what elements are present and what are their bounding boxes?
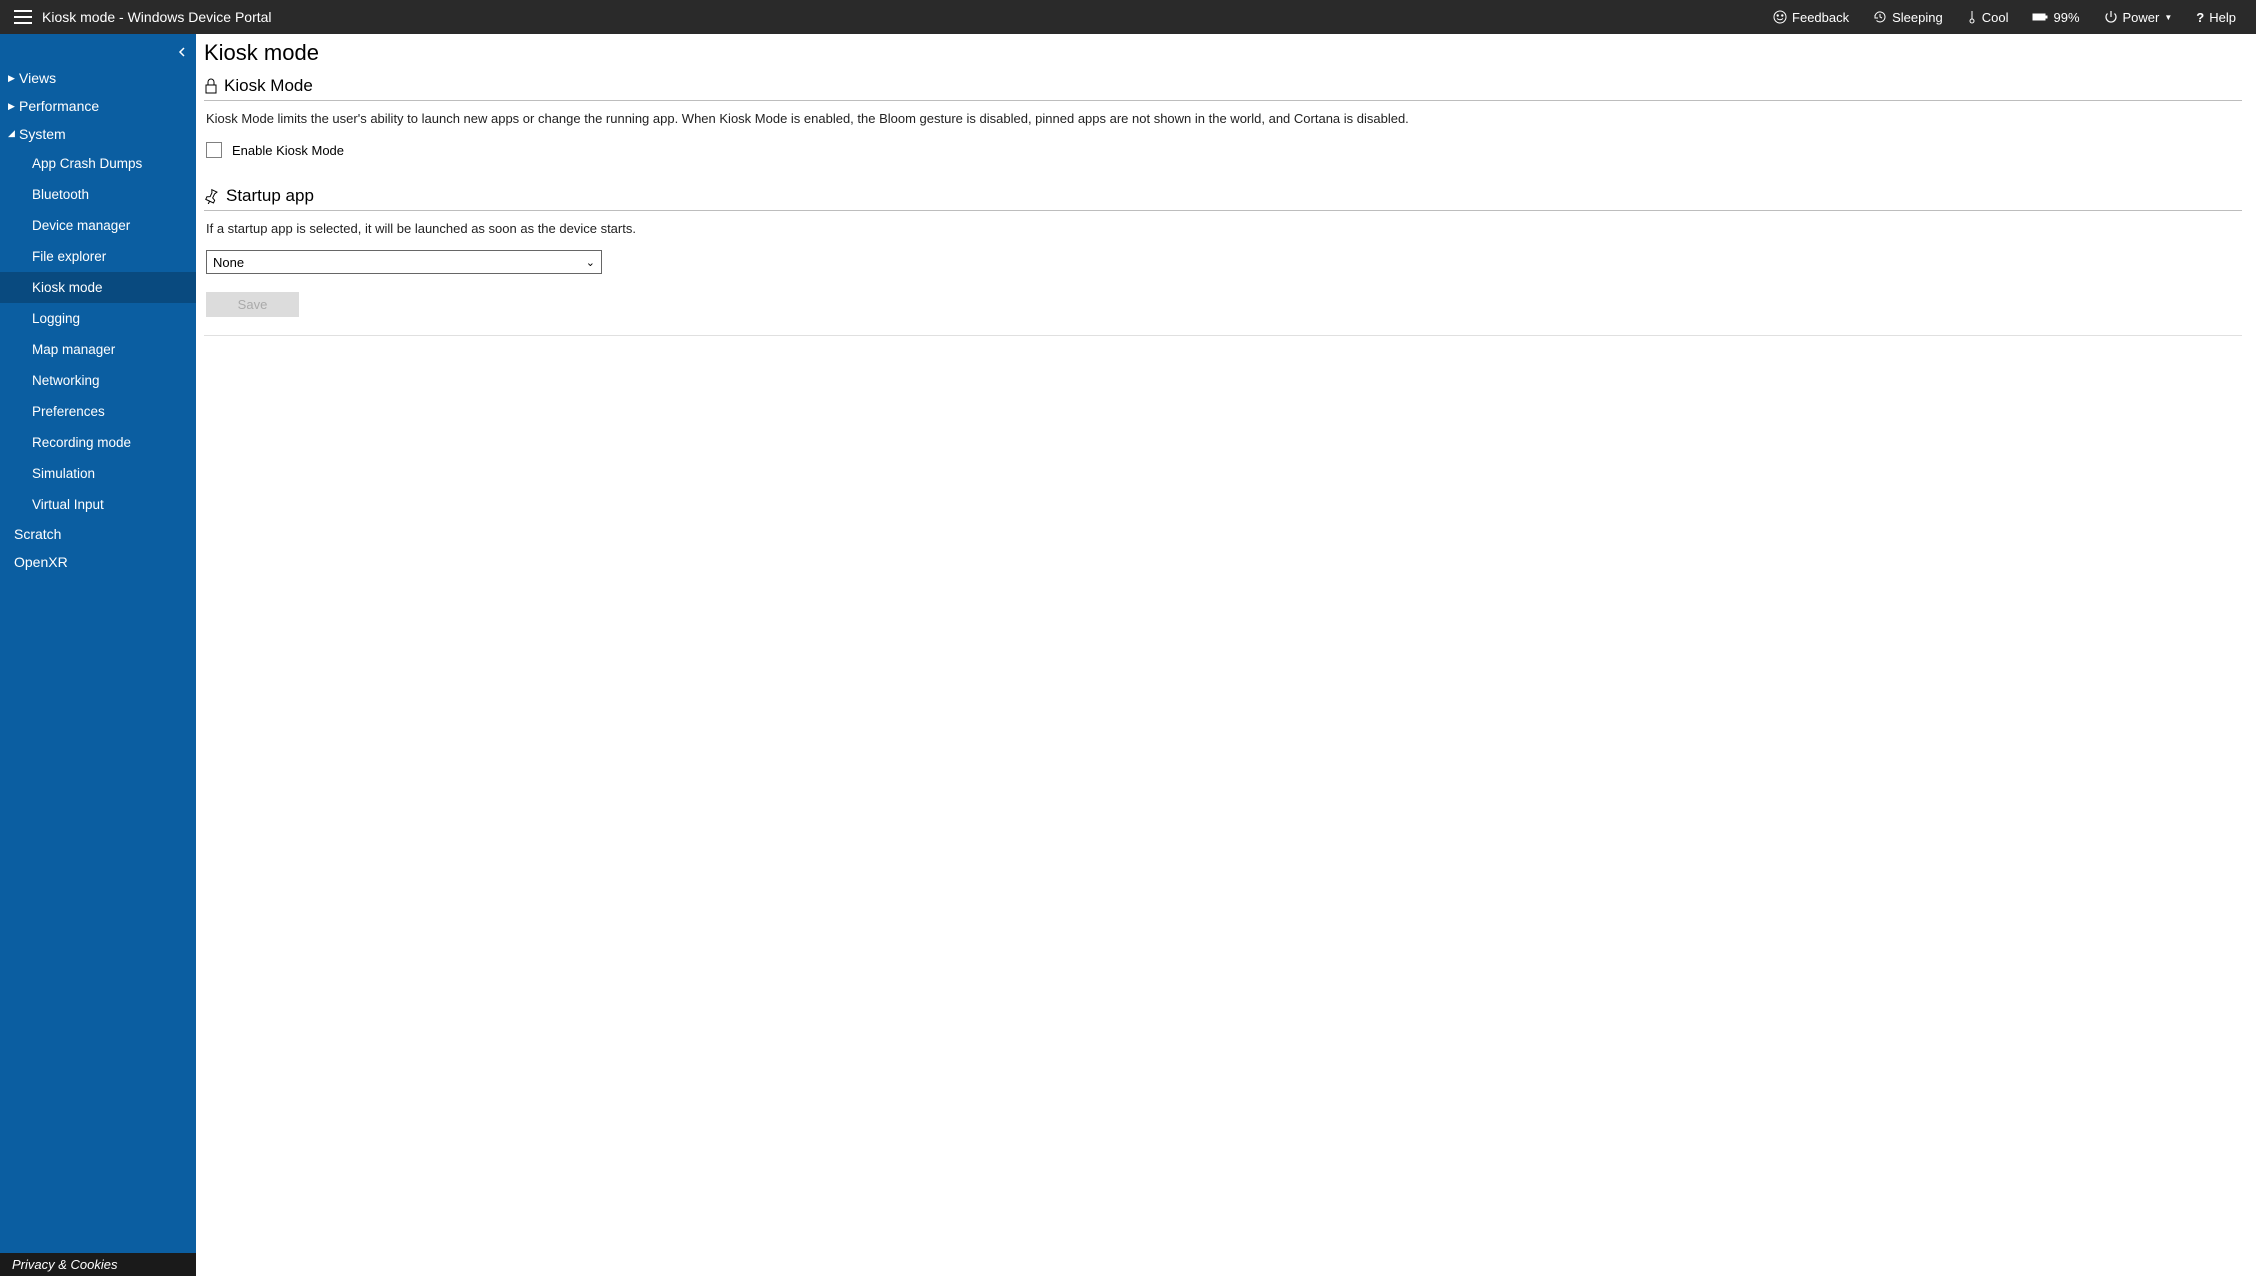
nav-networking[interactable]: Networking	[0, 365, 196, 396]
nav-system[interactable]: ◢System	[0, 120, 196, 148]
power-icon	[2104, 10, 2118, 24]
nav-views[interactable]: ▶Views	[0, 64, 196, 92]
nav-system-label: System	[19, 126, 66, 142]
main-content: Kiosk mode Kiosk Mode Kiosk Mode limits …	[196, 34, 2256, 1276]
power-button[interactable]: Power ▼	[2092, 10, 2185, 25]
nav-openxr[interactable]: OpenXR	[0, 548, 196, 576]
page-title: Kiosk mode	[204, 40, 2242, 66]
sleeping-label: Sleeping	[1892, 10, 1943, 25]
nav-virtual-input[interactable]: Virtual Input	[0, 489, 196, 520]
pin-icon	[204, 188, 220, 204]
battery-icon	[2032, 12, 2048, 22]
history-icon	[1873, 10, 1887, 24]
nav-tree: ▶Views ▶Performance ◢System App Crash Du…	[0, 34, 196, 576]
smiley-icon	[1773, 10, 1787, 24]
chevron-down-icon: ▼	[2164, 13, 2172, 22]
sleeping-status[interactable]: Sleeping	[1861, 10, 1955, 25]
window-title: Kiosk mode - Windows Device Portal	[42, 9, 272, 25]
top-bar: Kiosk mode - Windows Device Portal Feedb…	[0, 0, 2256, 34]
chevron-down-icon: ⌄	[586, 256, 595, 269]
nav-device-manager[interactable]: Device manager	[0, 210, 196, 241]
nav-simulation[interactable]: Simulation	[0, 458, 196, 489]
startup-app-header-label: Startup app	[226, 186, 314, 206]
lock-icon	[204, 78, 218, 94]
collapse-sidebar-button[interactable]	[174, 40, 190, 62]
nav-preferences[interactable]: Preferences	[0, 396, 196, 427]
temperature-status[interactable]: Cool	[1955, 10, 2021, 25]
hamburger-icon[interactable]	[14, 10, 32, 24]
nav-performance-label: Performance	[19, 98, 99, 114]
sidebar: ▶Views ▶Performance ◢System App Crash Du…	[0, 34, 196, 1276]
caret-right-icon: ▶	[8, 73, 16, 84]
thermometer-icon	[1967, 10, 1977, 24]
nav-file-explorer[interactable]: File explorer	[0, 241, 196, 272]
startup-app-selected-value: None	[213, 255, 244, 270]
caret-down-icon: ◢	[8, 128, 16, 139]
enable-kiosk-label: Enable Kiosk Mode	[232, 143, 344, 158]
caret-right-icon: ▶	[8, 101, 16, 112]
nav-recording-mode[interactable]: Recording mode	[0, 427, 196, 458]
feedback-label: Feedback	[1792, 10, 1849, 25]
enable-kiosk-checkbox-row[interactable]: Enable Kiosk Mode	[204, 136, 2242, 176]
enable-kiosk-checkbox[interactable]	[206, 142, 222, 158]
battery-label: 99%	[2053, 10, 2079, 25]
power-label: Power	[2123, 10, 2160, 25]
kiosk-mode-header-label: Kiosk Mode	[224, 76, 313, 96]
help-label: Help	[2209, 10, 2236, 25]
nav-map-manager[interactable]: Map manager	[0, 334, 196, 365]
feedback-button[interactable]: Feedback	[1761, 10, 1861, 25]
battery-status[interactable]: 99%	[2020, 10, 2091, 25]
kiosk-mode-description: Kiosk Mode limits the user's ability to …	[204, 101, 2242, 136]
nav-scratch[interactable]: Scratch	[0, 520, 196, 548]
startup-app-select[interactable]: None ⌄	[206, 250, 602, 274]
nav-performance[interactable]: ▶Performance	[0, 92, 196, 120]
nav-kiosk-mode[interactable]: Kiosk mode	[0, 272, 196, 303]
save-button[interactable]: Save	[206, 292, 299, 317]
nav-openxr-label: OpenXR	[14, 554, 68, 570]
nav-scratch-label: Scratch	[14, 526, 61, 542]
privacy-cookies-link[interactable]: Privacy & Cookies	[0, 1253, 196, 1276]
divider	[204, 335, 2242, 336]
cool-label: Cool	[1982, 10, 2009, 25]
nav-views-label: Views	[19, 70, 56, 86]
help-button[interactable]: ? Help	[2184, 10, 2248, 25]
nav-app-crash-dumps[interactable]: App Crash Dumps	[0, 148, 196, 179]
startup-app-description: If a startup app is selected, it will be…	[204, 211, 2242, 246]
kiosk-mode-header: Kiosk Mode	[204, 72, 2242, 101]
startup-app-header: Startup app	[204, 182, 2242, 211]
chevron-left-icon	[178, 47, 186, 57]
question-icon: ?	[2196, 10, 2204, 25]
nav-bluetooth[interactable]: Bluetooth	[0, 179, 196, 210]
nav-logging[interactable]: Logging	[0, 303, 196, 334]
